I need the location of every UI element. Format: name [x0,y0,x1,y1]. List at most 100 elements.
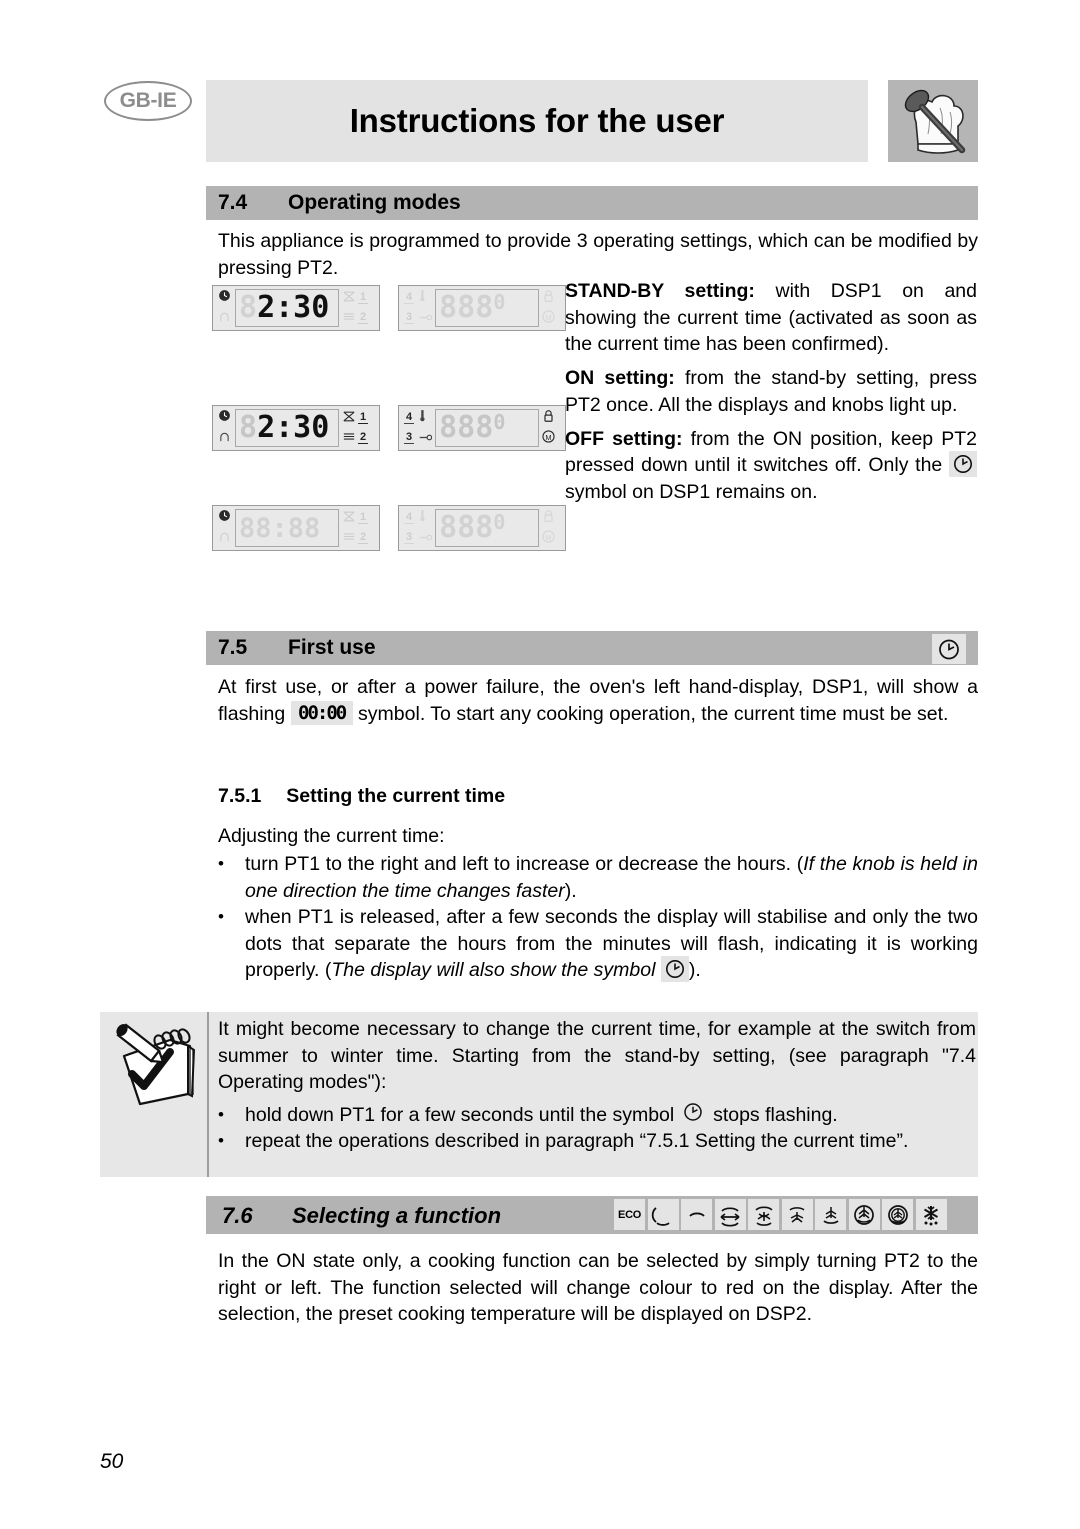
probe-icon [418,529,433,547]
display-panel-dsp1-on: 8 2:30 1 2 [212,405,380,451]
dsp2-lcd-standby: 888 0 [435,289,540,327]
level-1-indicator: 1 [358,411,369,424]
selecting-function-body: In the ON state only, a cooking function… [218,1250,978,1325]
clock-icon [218,509,231,527]
mode-off-text-after: symbol on DSP1 remains on. [565,481,818,504]
note-bullet-2: repeat the operations described in parag… [245,1130,909,1153]
fan-assisted-icon[interactable] [781,1199,813,1230]
svg-text:M: M [546,532,552,541]
level-1-indicator: 1 [358,511,369,524]
shelf-4-indicator: 4 [404,411,415,424]
lcd-0000-symbol: 00:00 [290,701,353,726]
section-title-7-5: First use [288,636,376,659]
note-bullet-1-before: hold down PT1 for a few seconds until th… [245,1103,680,1126]
upper-heat-icon[interactable] [681,1199,712,1230]
dsp2-left-icons-on: 4 3 [404,409,433,447]
probe-icon [418,309,433,327]
fan-lower-heat-icon[interactable] [748,1199,779,1230]
operating-modes-intro: This appliance is programmed to provide … [218,230,978,279]
lock-icon [542,509,555,528]
note-divider [207,1012,209,1177]
circular-fan-grill-icon[interactable] [882,1199,913,1230]
note-content: It might become necessary to change the … [218,1016,976,1155]
note-bullet-1-after: stops flashing. [707,1103,838,1126]
display-panel-dsp2-on: 4 3 888 0 M [398,405,566,451]
bullet-2-tail: ). [688,959,701,981]
subsection-number-7-5-1: 7.5.1 [218,785,262,807]
bell-icon [218,310,231,328]
dsp1-right-icons-off: 1 2 [343,509,369,547]
grill-icon [343,529,355,547]
dsp2-right-icons: M [542,289,555,328]
page-title: Instructions for the user [349,102,725,139]
shelf-3-indicator: 3 [404,431,415,444]
dsp2-right-icons-off: M [542,509,555,548]
mode-on-label: ON setting: [565,367,675,390]
upper-lower-heat-icon[interactable] [714,1199,746,1230]
bullet-2-italic: The display will also show the symbol [331,959,656,981]
defrost-icon[interactable] [915,1199,947,1230]
fan-icon [343,289,355,307]
section-number-7-6: 7.6 [222,1203,253,1228]
shelf-4-indicator: 4 [404,291,415,304]
dsp1-lcd-on: 8 2:30 [235,409,339,447]
display-panel-dsp1-standby: 8 2:30 1 2 [212,285,380,331]
thermometer-icon [418,409,427,427]
level-2-indicator: 2 [358,531,369,544]
display-panel-dsp1-off: 88:88 1 2 [212,505,380,551]
list-item: • hold down PT1 for a few seconds until … [218,1102,976,1129]
lock-icon [542,289,555,308]
lower-heat-icon[interactable] [647,1199,679,1230]
section-title-7-4: Operating modes [288,191,461,214]
bell-icon [218,430,231,448]
mode-off-label: OFF setting: [565,427,683,450]
level-2-indicator: 2 [358,311,369,324]
adjusting-time-lead: Adjusting the current time: [218,825,445,847]
eco-label[interactable]: ECO [614,1199,645,1230]
memory-m-icon: M [542,429,555,448]
shelf-3-indicator: 3 [404,311,415,324]
bullet-text-1: turn PT1 to the right and left to increa… [245,851,978,904]
clock-icon [218,289,231,307]
mode-on: ON setting: from the stand-by setting, p… [565,365,977,418]
bullet-1-plain: turn PT1 to the right and left to increa… [245,853,804,875]
dsp1-left-icons-on [218,409,231,448]
lcd-degree-digit: 0 [493,410,506,434]
list-item: • when PT1 is released, after a few seco… [218,904,978,984]
page-number: 50 [100,1450,124,1473]
dsp1-lcd-standby: 8 2:30 [235,289,339,327]
subsection-title-7-5-1: Setting the current time [286,785,506,807]
grill-icon [343,429,355,447]
section-number-7-4: 7.4 [218,191,248,214]
level-2-indicator: 2 [358,431,369,444]
bullet-1-tail: ). [564,879,577,902]
circular-fan-icon[interactable] [848,1199,880,1230]
lcd-leading-digit: 8 [239,290,258,325]
note-paragraph: It might become necessary to change the … [218,1018,976,1093]
fan-grill-lower-icon[interactable] [815,1199,846,1230]
chef-hat-spoon-icon [888,80,978,162]
dsp1-left-icons [218,289,231,328]
bullet-dot: • [218,1131,224,1151]
display-panel-dsp2-off: 4 3 888 0 M [398,505,566,551]
section-title-7-6: Selecting a function [292,1203,502,1228]
list-item: • turn PT1 to the right and left to incr… [218,851,978,904]
lcd-temperature-value: 888 [439,290,494,325]
lcd-time-value: 2:30 [257,290,330,325]
first-use-text-part2: symbol. To start any cooking operation, … [352,702,949,725]
thermometer-icon [418,289,427,307]
fan-icon [343,409,355,427]
note-bullet-1: hold down PT1 for a few seconds until th… [245,1102,976,1129]
notepad-pencil-check-icon [110,1020,202,1110]
bullet-text-2: when PT1 is released, after a few second… [245,904,978,984]
section-number-7-5: 7.5 [218,636,248,659]
list-item: • repeat the operations described in par… [218,1128,976,1155]
clock-icon [939,639,959,659]
dsp1-right-icons-on: 1 2 [343,409,369,447]
page-header: GB-IE Instructions for the user [0,0,1080,170]
setting-time-bullets: • turn PT1 to the right and left to incr… [218,851,978,984]
grill-icon [343,309,355,327]
function-icons-strip: ECO [614,1199,947,1230]
lcd-degree-digit: 0 [493,290,506,314]
shelf-4-indicator: 4 [404,511,415,524]
